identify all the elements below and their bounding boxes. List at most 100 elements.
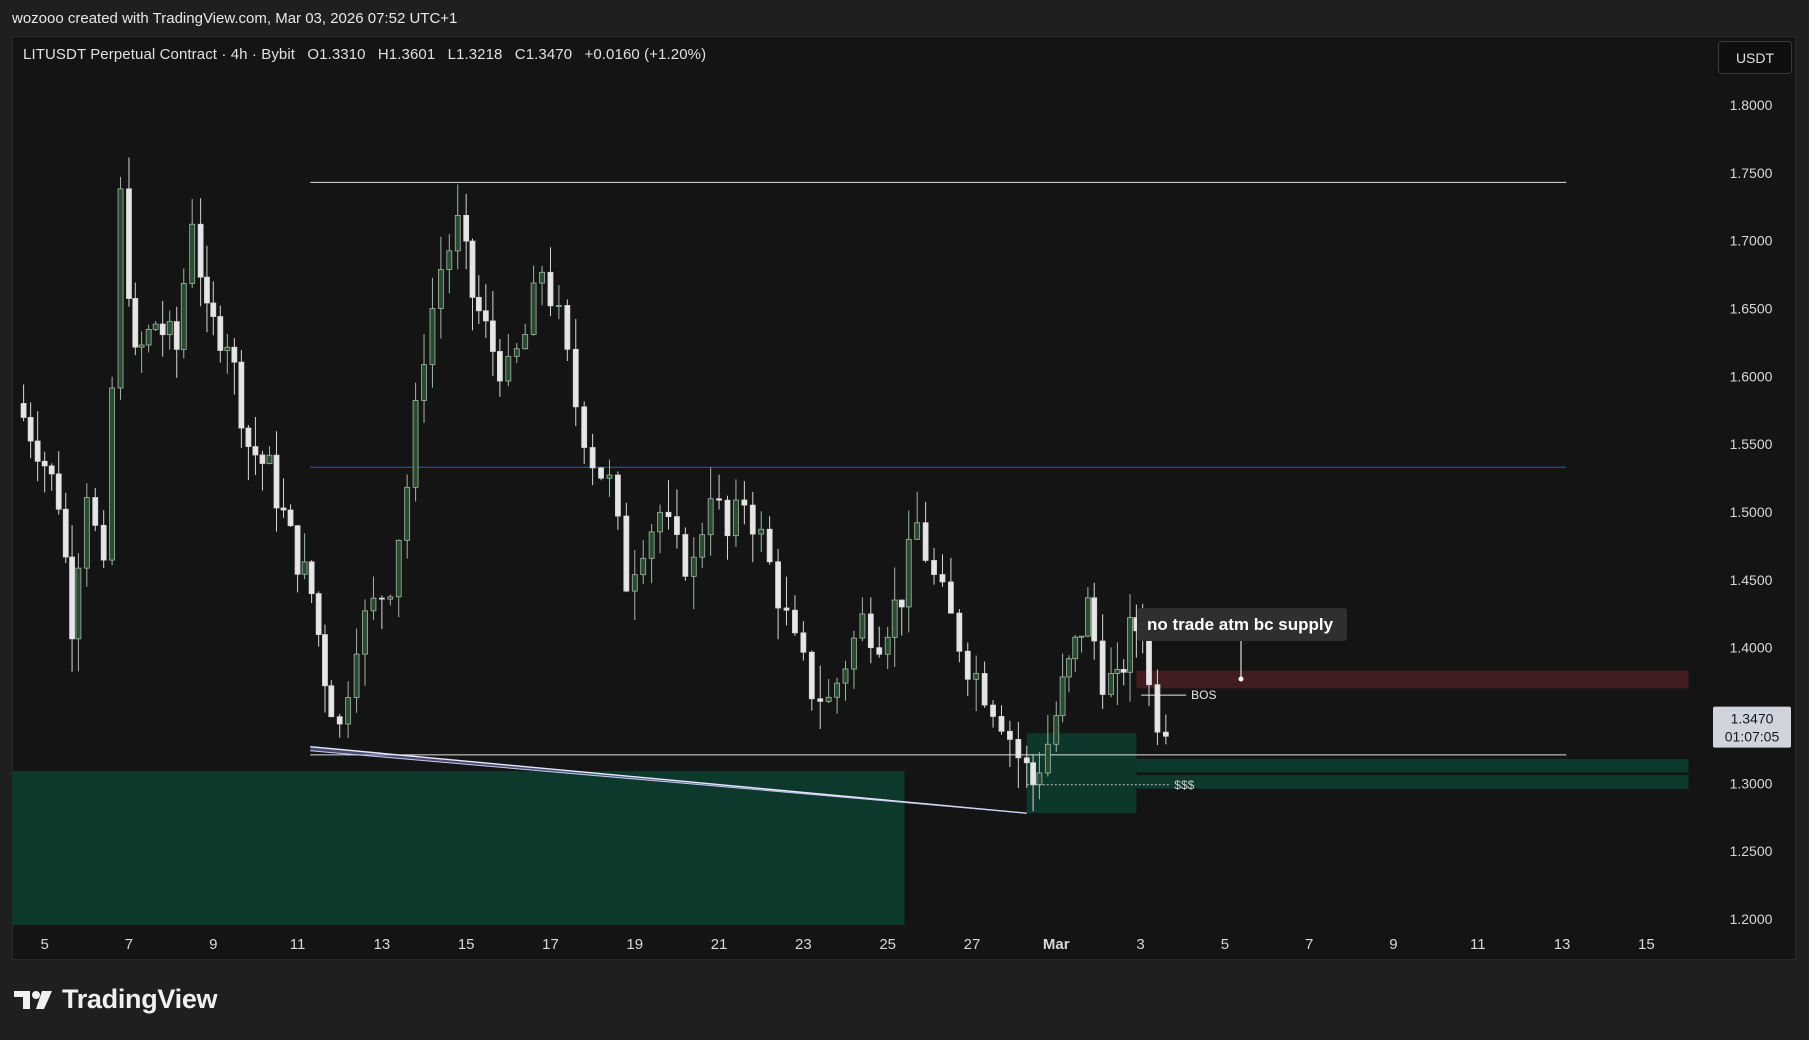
candle-down xyxy=(294,525,301,575)
candle-up xyxy=(690,556,697,577)
candle-up xyxy=(733,499,739,537)
candle-up xyxy=(75,567,82,640)
candle-down xyxy=(132,298,139,348)
candle-up xyxy=(707,498,714,536)
callout-dot xyxy=(1238,676,1244,682)
y-tick-label: 1.6000 xyxy=(1730,368,1773,384)
x-tick-label: Mar xyxy=(1043,936,1070,953)
candle-down xyxy=(581,406,588,448)
x-tick-label: 13 xyxy=(374,936,391,953)
candle-down xyxy=(876,647,883,655)
candle-up xyxy=(891,599,898,638)
candle-up xyxy=(429,308,436,366)
candle-down xyxy=(1030,762,1036,786)
y-tick-label: 1.7500 xyxy=(1730,165,1773,181)
candle-down xyxy=(749,504,756,535)
candle-up xyxy=(1108,673,1114,695)
candle-up xyxy=(842,668,849,684)
x-tick-label: 13 xyxy=(1554,936,1571,953)
candle-down xyxy=(775,561,781,609)
candle-up xyxy=(1127,617,1133,673)
candle-down xyxy=(489,320,496,352)
supply-zone xyxy=(1136,670,1689,689)
candle-down xyxy=(69,556,75,640)
candle-down xyxy=(55,473,62,510)
candle-up xyxy=(362,610,368,655)
y-tick-label: 1.4500 xyxy=(1730,572,1773,588)
candle-down xyxy=(378,597,385,600)
tradingview-logo-text: TradingView xyxy=(62,984,218,1014)
x-tick-label: 15 xyxy=(1638,936,1655,953)
candle-up xyxy=(166,321,173,336)
candle-up xyxy=(1078,635,1085,638)
candle-down xyxy=(766,528,773,563)
candle-up xyxy=(353,653,360,698)
candle-down xyxy=(817,698,824,702)
currency-button[interactable]: USDT xyxy=(1718,41,1792,74)
plot-area xyxy=(12,157,1689,925)
y-tick-label: 1.7000 xyxy=(1730,233,1773,249)
candle-up xyxy=(345,697,352,725)
candle-down xyxy=(328,685,335,718)
candles xyxy=(20,157,1169,812)
candle-down xyxy=(615,474,621,517)
candle-down xyxy=(1146,633,1152,686)
candle-down xyxy=(547,271,554,307)
symbol-legend: LITUSDT Perpetual Contract · 4h · Bybit … xyxy=(23,46,714,63)
x-tick-label: 9 xyxy=(209,936,217,953)
candle-down xyxy=(100,524,107,561)
candle-up xyxy=(556,305,562,307)
callout-text: no trade atm bc supply xyxy=(1147,615,1334,634)
candle-up xyxy=(973,673,980,680)
price-chart[interactable]: BOS $$$ no trade atm bc supply 1.8000 1.7500… xyxy=(0,0,1809,1040)
tradingview-logo-icon xyxy=(14,990,52,1009)
x-tick-label: 19 xyxy=(626,936,643,953)
x-tick-label: 5 xyxy=(1221,936,1229,953)
legend-change: +0.0160 (+1.20%) xyxy=(584,46,707,63)
candle-up xyxy=(180,282,187,350)
candle-down xyxy=(998,716,1005,732)
candle-up xyxy=(138,344,145,348)
candle-up xyxy=(851,637,857,670)
y-tick-label: 1.2500 xyxy=(1730,843,1773,859)
candle-down xyxy=(475,296,482,312)
candle-down xyxy=(1091,597,1098,642)
y-tick-label: 1.6500 xyxy=(1730,301,1773,317)
candle-up xyxy=(454,215,461,252)
candle-up xyxy=(640,557,647,576)
candle-up xyxy=(522,334,529,350)
candle-down xyxy=(41,460,48,467)
bos-label: BOS xyxy=(1191,688,1216,702)
y-tick-label: 1.4000 xyxy=(1730,640,1773,656)
tradingview-logo[interactable]: TradingView xyxy=(14,984,218,1015)
candle-down xyxy=(20,403,27,418)
candle-down xyxy=(589,447,596,469)
candle-down xyxy=(956,612,963,652)
y-tick-label: 1.3000 xyxy=(1730,775,1773,791)
candle-up xyxy=(387,596,394,600)
x-tick-label: 11 xyxy=(290,936,306,953)
demand-zone xyxy=(12,771,905,925)
candle-down xyxy=(496,351,503,382)
candle-up xyxy=(905,538,912,608)
candle-up xyxy=(914,522,921,540)
candle-down xyxy=(92,497,99,526)
liquidity-label: $$$ xyxy=(1174,778,1194,792)
candle-down xyxy=(1120,669,1127,673)
candle-down xyxy=(783,607,790,611)
candle-up xyxy=(859,613,866,639)
candle-down xyxy=(1015,739,1022,759)
legend-symbol[interactable]: LITUSDT Perpetual Contract · 4h · Bybit xyxy=(23,46,295,63)
current-price-label: 1.3470 xyxy=(1731,711,1774,727)
candle-down xyxy=(315,593,322,635)
candle-down xyxy=(1162,731,1169,737)
candle-down xyxy=(716,498,722,501)
candle-down xyxy=(898,599,905,608)
candle-down xyxy=(259,454,266,464)
candle-down xyxy=(922,522,929,561)
candle-down xyxy=(245,427,252,447)
candle-up xyxy=(1114,669,1121,674)
x-tick-label: 27 xyxy=(964,936,981,953)
candle-down xyxy=(1023,757,1030,764)
candle-down xyxy=(287,509,294,527)
